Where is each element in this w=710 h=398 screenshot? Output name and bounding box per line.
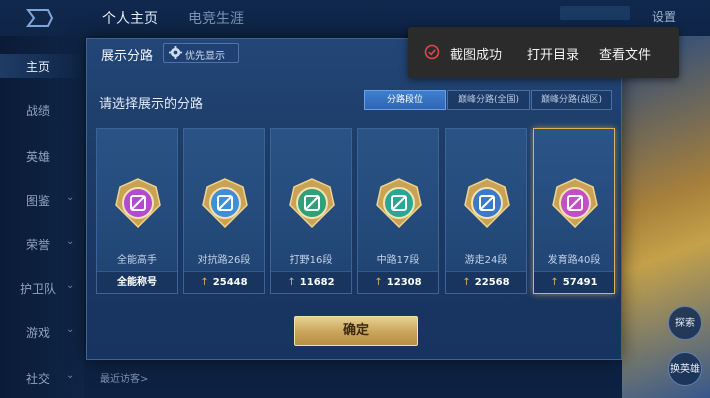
lane-score-value: 12308 xyxy=(386,277,422,288)
lane-name: 发育路40段 xyxy=(547,255,601,266)
lane-name: 全能高手 xyxy=(117,255,157,266)
recent-visitors-link[interactable]: 最近访客> xyxy=(100,370,148,385)
sidebar-item-home[interactable]: 主页 xyxy=(0,54,84,78)
rank-up-icon: ↑ xyxy=(550,277,559,288)
sidebar-item-label: 游戏 xyxy=(26,326,51,340)
settings-link[interactable]: 设置 xyxy=(652,8,676,25)
chevron-down-icon: ⌄ xyxy=(66,236,75,247)
lane-name: 游走24段 xyxy=(464,255,508,266)
lane-score-value: 11682 xyxy=(299,277,335,288)
sidebar-item-heroes[interactable]: 英雄 xyxy=(0,144,84,168)
rank-up-icon: ↑ xyxy=(200,277,209,288)
rank-up-icon: ↑ xyxy=(374,277,383,288)
lane-score: ↑ 22568 xyxy=(446,271,526,293)
chevron-down-icon: ⌄ xyxy=(66,324,75,335)
card-mid-lane[interactable]: 中路17段 ↑ 12308 xyxy=(357,128,439,294)
lane-emblem-icon xyxy=(464,178,510,229)
lane-display-dialog: 展示分路 优先显示 请选择展示的分路 分路段位 巅峰分路(全国) 巅峰分路(战区… xyxy=(86,38,622,360)
chevron-down-icon: ⌄ xyxy=(66,370,75,381)
lane-score-value: 25448 xyxy=(212,277,248,288)
gear-icon xyxy=(169,46,182,59)
open-folder-link[interactable]: 打开目录 xyxy=(527,44,579,63)
sidebar-item-label: 护卫队 xyxy=(20,282,57,296)
lane-emblem-icon xyxy=(202,178,248,229)
chevron-down-icon: ⌄ xyxy=(66,192,75,203)
lane-emblem-icon xyxy=(115,178,161,229)
lane-score-value: 全能称号 xyxy=(117,277,157,288)
sidebar-item-label: 战绩 xyxy=(26,104,51,118)
lane-score-value: 57491 xyxy=(562,277,598,288)
confirm-button[interactable]: 确定 xyxy=(294,316,418,346)
sidebar-item-social[interactable]: 社交 ⌄ xyxy=(0,366,84,390)
sidebar-item-honor[interactable]: 荣誉 ⌄ xyxy=(0,232,84,256)
priority-button-label: 优先显示 xyxy=(185,51,225,62)
lane-emblem-icon xyxy=(376,178,422,229)
segment-lane-rank[interactable]: 分路段位 xyxy=(364,90,446,110)
view-file-link[interactable]: 查看文件 xyxy=(599,44,651,63)
app-logo-icon[interactable] xyxy=(22,6,56,30)
lane-score: ↑ 57491 xyxy=(534,271,614,293)
tab-personal-home[interactable]: 个人主页 xyxy=(102,8,158,28)
dialog-title: 展示分路 xyxy=(101,49,154,64)
card-farm-lane[interactable]: 发育路40段 ↑ 57491 xyxy=(533,128,615,294)
sidebar-item-guard-team[interactable]: 护卫队 ⌄ xyxy=(0,276,84,300)
sidebar-item-label: 英雄 xyxy=(26,150,51,164)
lane-name: 打野16段 xyxy=(289,255,333,266)
explore-button[interactable]: 探索 xyxy=(668,306,702,340)
lane-score: ↑ 25448 xyxy=(184,271,264,293)
lane-score: 全能称号 xyxy=(97,271,177,293)
card-jungle[interactable]: 打野16段 ↑ 11682 xyxy=(270,128,352,294)
lane-type-segmented-control: 分路段位 巅峰分路(全国) 巅峰分路(战区) xyxy=(364,90,612,110)
hero-artwork xyxy=(622,36,710,398)
lane-score: ↑ 12308 xyxy=(358,271,438,293)
rank-up-icon: ↑ xyxy=(287,277,296,288)
sidebar-item-label: 图鉴 xyxy=(26,194,51,208)
segment-peak-national[interactable]: 巅峰分路(全国) xyxy=(447,90,530,110)
card-all-rounder[interactable]: 全能高手 全能称号 xyxy=(96,128,178,294)
tab-esports-career[interactable]: 电竞生涯 xyxy=(188,8,244,28)
currency-badge xyxy=(560,6,630,20)
sidebar-item-gallery[interactable]: 图鉴 ⌄ xyxy=(0,188,84,212)
segment-peak-region[interactable]: 巅峰分路(战区) xyxy=(531,90,612,110)
dialog-subtitle: 请选择展示的分路 xyxy=(99,97,204,112)
toast-message: 截图成功 xyxy=(450,48,503,63)
lane-score-value: 22568 xyxy=(474,277,510,288)
rank-up-icon: ↑ xyxy=(462,277,471,288)
sidebar-item-label: 社交 xyxy=(26,372,51,386)
card-clash-lane[interactable]: 对抗路26段 ↑ 25448 xyxy=(183,128,265,294)
screenshot-toast: 截图成功 打开目录 查看文件 xyxy=(408,27,679,78)
lane-name: 对抗路26段 xyxy=(197,255,251,266)
lane-name: 中路17段 xyxy=(376,255,420,266)
sidebar: 主页 战绩 英雄 图鉴 ⌄ 荣誉 ⌄ 护卫队 ⌄ 游戏 ⌄ 社交 ⌄ xyxy=(0,36,84,398)
sidebar-item-game[interactable]: 游戏 ⌄ xyxy=(0,320,84,344)
sidebar-item-record[interactable]: 战绩 xyxy=(0,98,84,122)
check-circle-icon xyxy=(424,44,440,60)
sidebar-item-label: 主页 xyxy=(26,60,51,74)
chevron-down-icon: ⌄ xyxy=(66,280,75,291)
card-roam[interactable]: 游走24段 ↑ 22568 xyxy=(445,128,527,294)
change-hero-button[interactable]: 换英雄 xyxy=(668,352,702,386)
lane-emblem-icon xyxy=(289,178,335,229)
lane-emblem-icon xyxy=(552,178,598,229)
lane-score: ↑ 11682 xyxy=(271,271,351,293)
priority-display-button[interactable]: 优先显示 xyxy=(163,43,239,63)
sidebar-item-label: 荣誉 xyxy=(26,238,51,252)
